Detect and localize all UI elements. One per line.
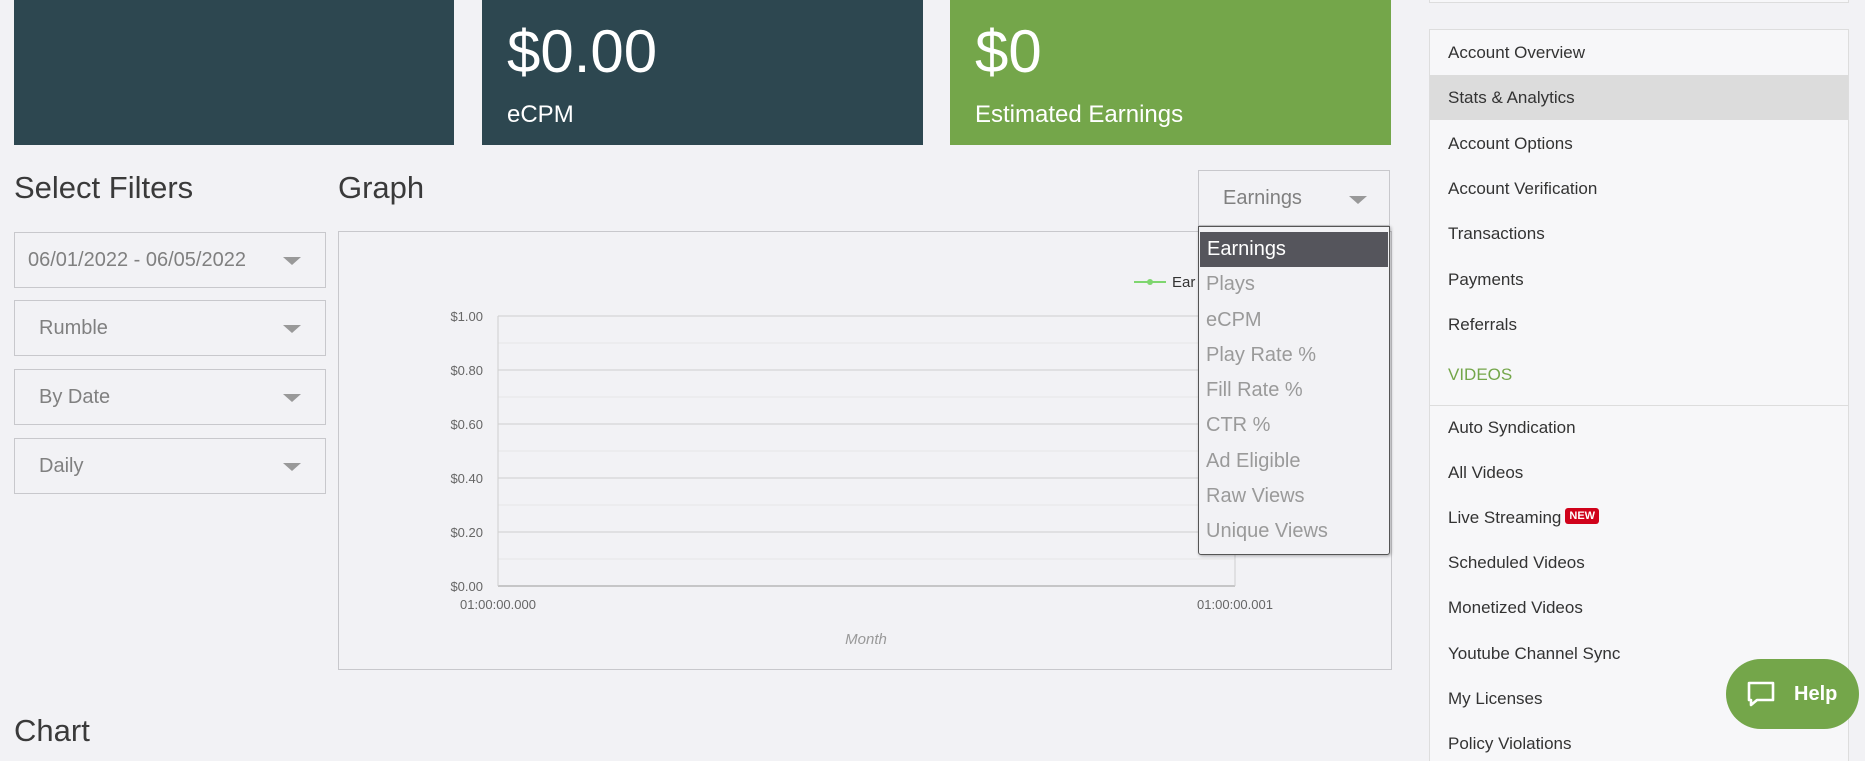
chevron-down-icon [283, 463, 301, 471]
graph-title: Graph [338, 170, 425, 205]
metric-option[interactable]: Fill Rate % [1199, 373, 1389, 408]
metric-option[interactable]: Earnings [1200, 232, 1388, 268]
chevron-down-icon [283, 257, 301, 265]
chat-bubble-icon [1747, 681, 1775, 707]
x-tick-label: 01:00:00.000 [460, 597, 536, 612]
chevron-down-icon [283, 394, 301, 402]
sidebar-videos-heading: VIDEOS [1448, 365, 1513, 384]
sidebar-item[interactable]: Referrals [1430, 302, 1848, 347]
platform-select[interactable]: Rumble [14, 300, 326, 356]
date-range-select[interactable]: 06/01/2022 - 06/05/2022 [14, 232, 326, 288]
sidebar-item-label: Monetized Videos [1448, 598, 1583, 618]
metric-option[interactable]: Unique Views [1199, 514, 1389, 549]
stat-card-earnings: $0 Estimated Earnings [950, 0, 1391, 145]
stat-card-blank [14, 0, 454, 145]
ecpm-value: $0.00 [507, 18, 658, 85]
sidebar-item[interactable]: Account Options [1430, 121, 1848, 166]
sidebar-top-edge [1429, 0, 1849, 3]
legend-marker [1147, 279, 1153, 285]
sidebar-item[interactable]: Stats & Analytics [1430, 75, 1848, 121]
platform-value: Rumble [39, 316, 108, 339]
sidebar-item-label: Scheduled Videos [1448, 553, 1585, 573]
x-axis-title: Month [845, 631, 887, 648]
sidebar: Account Overview Stats & Analytics Account… [1429, 29, 1849, 761]
sidebar-item-label: Youtube Channel Sync [1448, 643, 1621, 663]
metric-option[interactable]: Raw Views [1199, 479, 1389, 514]
filters-title: Select Filters [14, 170, 194, 205]
metric-option[interactable]: CTR % [1199, 408, 1389, 443]
interval-value: Daily [39, 454, 84, 477]
metric-option[interactable]: Plays [1199, 267, 1389, 302]
sidebar-item[interactable]: Monetized Videos [1430, 585, 1848, 630]
sidebar-item-label: Referrals [1448, 314, 1517, 334]
y-tick-label: $0.40 [450, 471, 483, 486]
sidebar-item-label: Payments [1448, 269, 1524, 289]
interval-select[interactable]: Daily [14, 438, 326, 494]
help-button[interactable]: Help [1726, 659, 1859, 729]
chevron-down-icon [1349, 196, 1367, 204]
sidebar-item-label: Account Verification [1448, 178, 1598, 198]
chevron-down-icon [283, 325, 301, 333]
sidebar-item[interactable]: Payments [1430, 257, 1848, 302]
sidebar-item[interactable]: Scheduled Videos [1430, 540, 1848, 585]
sidebar-item[interactable]: Account Overview [1430, 30, 1848, 75]
date-range-value: 06/01/2022 - 06/05/2022 [28, 248, 246, 271]
graph-metric-dropdown: Earnings Plays eCPM Play Rate % Fill Rate % C… [1198, 226, 1390, 555]
x-tick-label: 01:00:00.001 [1197, 597, 1273, 612]
y-tick-label: $0.80 [450, 363, 483, 378]
earnings-label: Estimated Earnings [975, 101, 1184, 128]
y-tick-label: $1.00 [450, 309, 483, 324]
sidebar-item-label: Policy Violations [1448, 733, 1572, 753]
y-tick-label: $0.60 [450, 417, 483, 432]
y-tick-label: $0.20 [450, 525, 483, 540]
group-by-select[interactable]: By Date [14, 369, 326, 425]
sidebar-item[interactable]: Auto Syndication [1430, 405, 1848, 450]
graph-metric-select[interactable]: Earnings [1198, 170, 1390, 226]
stat-card-ecpm: $0.00 eCPM [482, 0, 923, 145]
chart-section-title: Chart [14, 713, 90, 748]
sidebar-item[interactable]: Live Streaming NEW [1430, 495, 1848, 540]
ecpm-label: eCPM [507, 101, 574, 128]
sidebar-item-label: Transactions [1448, 224, 1545, 244]
metric-option[interactable]: eCPM [1199, 303, 1389, 338]
sidebar-item-label: My Licenses [1448, 688, 1543, 708]
legend-label: Ear [1172, 274, 1195, 291]
earnings-value: $0 [975, 18, 1042, 85]
sidebar-item-label: Auto Syndication [1448, 418, 1576, 437]
sidebar-item-label: Live Streaming [1448, 508, 1562, 528]
sidebar-item[interactable]: All Videos [1430, 450, 1848, 495]
sidebar-item-label: All Videos [1448, 463, 1524, 483]
sidebar-item-label: Account Overview [1448, 43, 1585, 62]
sidebar-item[interactable]: Transactions [1430, 211, 1848, 256]
sidebar-item[interactable]: Account Verification [1430, 166, 1848, 211]
metric-option[interactable]: Play Rate % [1199, 338, 1389, 373]
sidebar-item-label: Account Options [1448, 133, 1573, 153]
y-tick-label: $0.00 [450, 579, 483, 594]
new-badge: NEW [1565, 508, 1600, 525]
sidebar-item-label: Stats & Analytics [1448, 88, 1575, 108]
help-label: Help [1794, 682, 1838, 705]
group-by-value: By Date [39, 385, 111, 408]
graph-metric-value: Earnings [1223, 186, 1302, 209]
metric-option[interactable]: Ad Eligible [1199, 444, 1389, 479]
